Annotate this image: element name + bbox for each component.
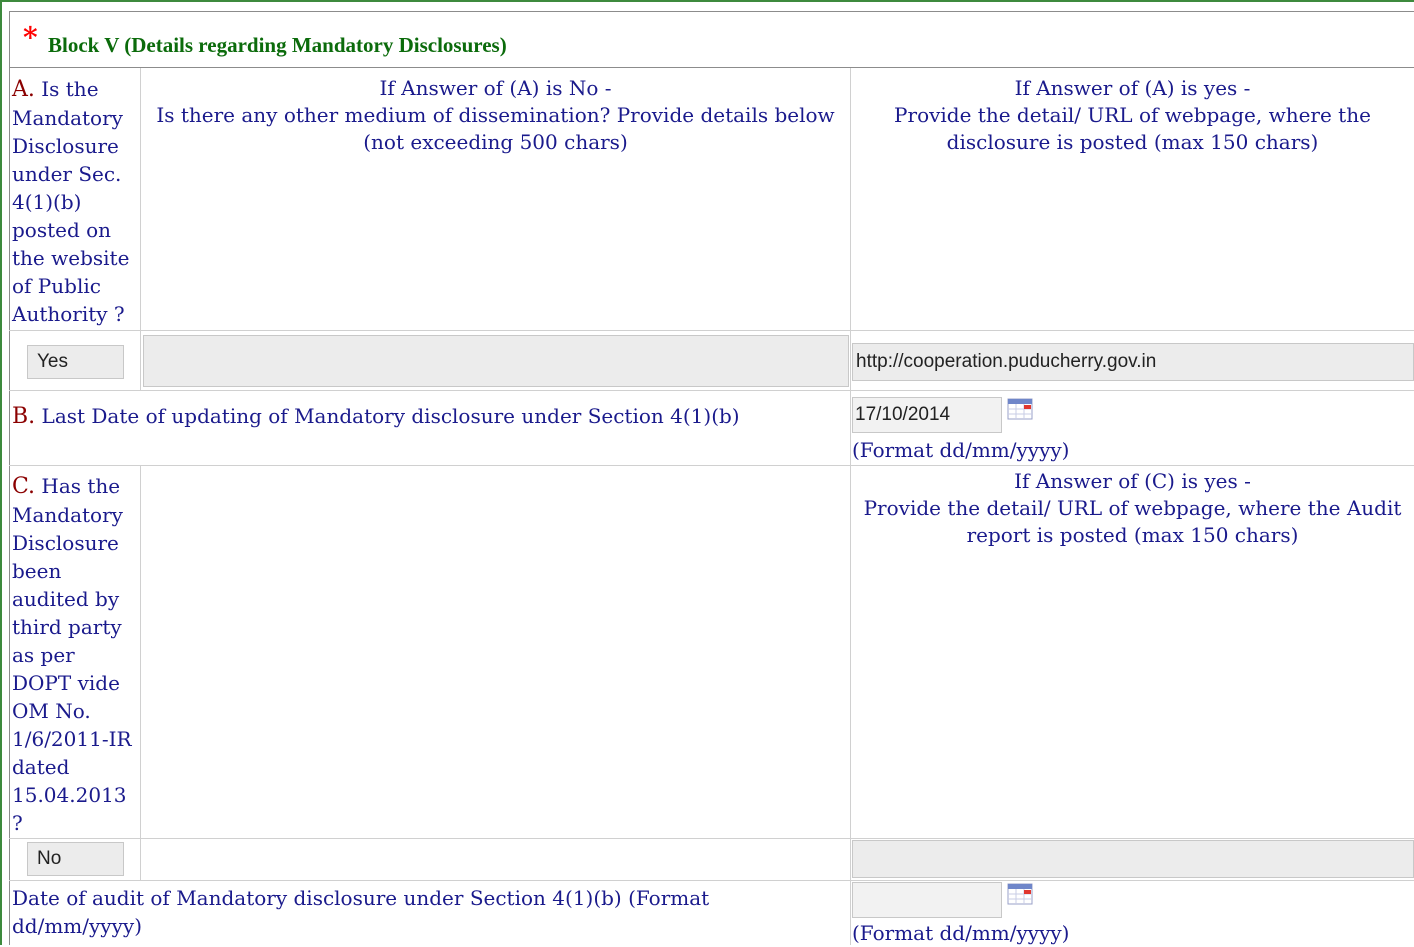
row-divider: [9, 390, 1414, 391]
question-line: Is the: [41, 77, 99, 101]
disclosure-url-field[interactable]: http://cooperation.puducherry.gov.in: [852, 343, 1414, 381]
last-update-date-field[interactable]: 17/10/2014: [852, 397, 1002, 433]
section-a-letter: A.: [12, 77, 35, 102]
header-line: If Answer of (A) is yes -: [1014, 76, 1251, 100]
label-line: Date of audit of Mandatory disclosure un…: [12, 886, 710, 910]
question-line: Authority ?: [12, 302, 125, 326]
row-divider: [9, 330, 1414, 331]
header-line: If Answer of (A) is No -: [379, 76, 612, 100]
section-a-question: A. Is the Mandatory Disclosure under Sec…: [12, 75, 140, 328]
question-line: OM No.: [12, 699, 91, 723]
block-title: Block V (Details regarding Mandatory Dis…: [48, 33, 507, 57]
question-line: audited by: [12, 587, 120, 611]
col-divider: [850, 880, 851, 945]
section-c-yes-header: If Answer of (C) is yes - Provide the de…: [851, 468, 1414, 549]
question-line: third party: [12, 615, 122, 639]
question-line: 1/6/2011-IR: [12, 727, 132, 751]
audit-url-field[interactable]: [852, 840, 1414, 878]
section-b-label: Last Date of updating of Mandatory discl…: [41, 404, 740, 428]
header-line: Provide the detail/ URL of webpage, wher…: [894, 103, 1371, 127]
table-left-border: [9, 68, 10, 945]
header-line: (not exceeding 500 chars): [363, 130, 628, 154]
header-line: Provide the detail/ URL of webpage, wher…: [863, 496, 1402, 520]
question-line: the website: [12, 246, 130, 270]
question-line: DOPT vide: [12, 671, 120, 695]
question-line: Mandatory: [12, 106, 123, 130]
date-format-hint: (Format dd/mm/yyyy): [852, 438, 1070, 462]
row-divider: [9, 465, 1414, 466]
section-c-letter: C.: [12, 474, 36, 499]
question-line: 15.04.2013: [12, 783, 127, 807]
other-medium-textarea[interactable]: [143, 335, 849, 387]
header-line: If Answer of (C) is yes -: [1014, 469, 1251, 493]
question-line: Disclosure: [12, 531, 119, 555]
question-line: Disclosure: [12, 134, 119, 158]
calendar-icon[interactable]: [1007, 883, 1033, 905]
question-line: ?: [12, 811, 23, 835]
block-header: * Block V (Details regarding Mandatory D…: [9, 11, 1414, 68]
section-c-answer-field[interactable]: No: [27, 842, 124, 876]
required-marker: *: [23, 21, 38, 54]
question-line: been: [12, 559, 62, 583]
question-line: Has the: [41, 474, 121, 498]
section-b-letter: B.: [12, 404, 36, 429]
question-line: 4(1)(b): [12, 190, 82, 214]
col-divider: [850, 390, 851, 465]
audit-date-field[interactable]: [852, 882, 1002, 918]
section-a-yes-header: If Answer of (A) is yes - Provide the de…: [851, 75, 1414, 156]
question-line: posted on: [12, 218, 112, 242]
calendar-icon[interactable]: [1007, 398, 1033, 420]
section-c-question: C. Has the Mandatory Disclosure been aud…: [12, 472, 140, 837]
section-a-answer-field[interactable]: Yes: [27, 345, 124, 379]
question-line: of Public: [12, 274, 101, 298]
header-line: disclosure is posted (max 150 chars): [946, 130, 1319, 154]
header-line: report is posted (max 150 chars): [966, 523, 1299, 547]
section-b-question: B. Last Date of updating of Mandatory di…: [12, 402, 842, 431]
row-divider: [9, 838, 1414, 839]
question-line: dated: [12, 755, 70, 779]
question-line: Mandatory: [12, 503, 123, 527]
label-line: dd/mm/yyyy): [12, 914, 143, 938]
audit-date-label: Date of audit of Mandatory disclosure un…: [12, 884, 842, 940]
row-divider: [9, 880, 1414, 881]
col-divider: [140, 465, 141, 880]
header-line: Is there any other medium of disseminati…: [156, 103, 835, 127]
question-line: as per: [12, 643, 75, 667]
question-line: under Sec.: [12, 162, 122, 186]
audit-date-format-hint: (Format dd/mm/yyyy): [852, 921, 1070, 945]
section-a-no-header: If Answer of (A) is No - Is there any ot…: [141, 75, 850, 156]
